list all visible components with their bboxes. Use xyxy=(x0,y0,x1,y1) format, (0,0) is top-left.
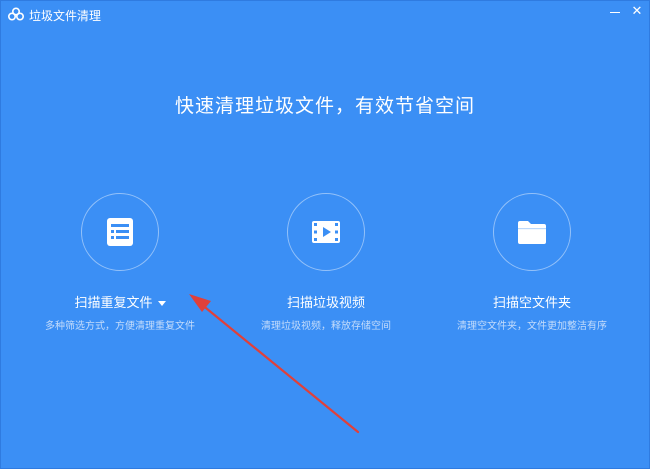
scan-junk-video-button[interactable] xyxy=(287,193,365,271)
scan-duplicate-files-label[interactable]: 扫描重复文件 xyxy=(20,292,220,311)
scan-duplicate-files-button[interactable] xyxy=(81,193,159,271)
folder-icon xyxy=(518,221,546,244)
headline: 快速清理垃圾文件，有效节省空间 xyxy=(174,95,475,117)
close-icon: ✕ xyxy=(631,4,643,19)
scan-empty-folders-button[interactable] xyxy=(493,193,571,271)
cloud-app-icon xyxy=(8,7,24,21)
minimize-button[interactable] xyxy=(604,3,626,21)
close-button[interactable]: ✕ xyxy=(626,3,648,21)
window-title: 垃圾文件清理 xyxy=(29,9,102,23)
list-document-icon xyxy=(107,218,133,246)
feature-title-text: 扫描重复文件 xyxy=(74,296,153,311)
scan-junk-video-description: 清理垃圾视频，释放存储空间 xyxy=(261,321,391,332)
scan-empty-folders-description: 清理空文件夹，文件更加整洁有序 xyxy=(457,321,607,332)
scan-duplicate-files-description: 多种筛选方式，方便清理重复文件 xyxy=(45,321,195,332)
scan-empty-folders-label[interactable]: 扫描空文件夹 xyxy=(432,292,632,311)
dropdown-caret-icon[interactable] xyxy=(157,301,166,306)
video-film-icon xyxy=(312,221,340,243)
app-window: 垃圾文件清理 ✕ 快速清理垃圾文件，有效节省空间 扫描重复文件 多种筛选方式，方… xyxy=(0,0,650,469)
scan-junk-video-label[interactable]: 扫描垃圾视频 xyxy=(226,292,426,311)
title-bar[interactable]: 垃圾文件清理 ✕ xyxy=(1,1,649,27)
minimize-icon xyxy=(610,12,620,13)
